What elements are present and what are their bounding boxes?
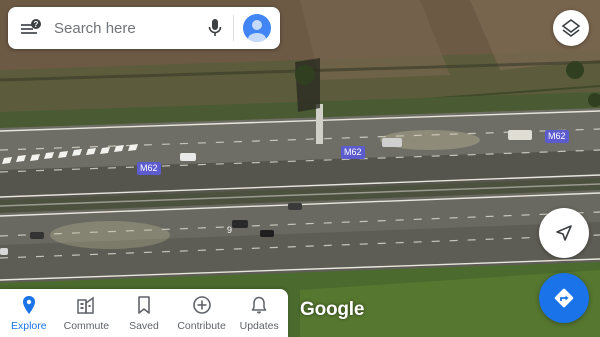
tab-updates[interactable]: Updates	[230, 289, 288, 337]
tab-updates-label: Updates	[239, 320, 279, 332]
layers-button[interactable]	[553, 10, 589, 46]
microphone-icon	[208, 19, 222, 36]
person-icon	[248, 20, 266, 42]
tab-saved[interactable]: Saved	[115, 289, 173, 337]
tab-saved-label: Saved	[129, 320, 159, 332]
road-shield-m62-center: M62	[341, 146, 365, 159]
navigation-arrow-icon	[556, 225, 572, 241]
my-location-button[interactable]	[539, 208, 589, 258]
pin-icon	[22, 296, 35, 314]
layers-icon	[561, 19, 581, 37]
bottom-navigation: Explore Commute Saved Contribute Updates	[0, 289, 288, 337]
search-input[interactable]: Search here	[54, 20, 197, 37]
menu-button[interactable]: ?	[8, 7, 54, 49]
lane-marker-label: 9	[227, 225, 233, 235]
tab-explore[interactable]: Explore	[0, 289, 58, 337]
search-bar[interactable]: ? Search here	[8, 7, 280, 49]
commute-icon	[77, 296, 95, 314]
avatar	[243, 14, 271, 42]
road-shield-m62-left: M62	[137, 162, 161, 175]
bell-icon	[251, 296, 267, 314]
svg-text:?: ?	[34, 20, 39, 29]
directions-icon	[554, 288, 574, 308]
tab-explore-label: Explore	[10, 320, 47, 332]
road-shield-m62-right: M62	[545, 130, 569, 143]
tab-commute[interactable]: Commute	[58, 289, 116, 337]
tab-contribute[interactable]: Contribute	[173, 289, 231, 337]
satellite-map[interactable]	[0, 0, 600, 337]
tab-commute-label: Commute	[63, 320, 110, 332]
bookmark-icon	[138, 296, 150, 314]
account-button[interactable]	[234, 7, 280, 49]
google-logo: Google	[300, 299, 365, 320]
voice-search-button[interactable]	[197, 7, 233, 49]
directions-button[interactable]	[539, 273, 589, 323]
tab-contribute-label: Contribute	[177, 320, 226, 332]
menu-with-badge-icon: ?	[21, 19, 41, 34]
add-circle-icon	[192, 296, 211, 314]
